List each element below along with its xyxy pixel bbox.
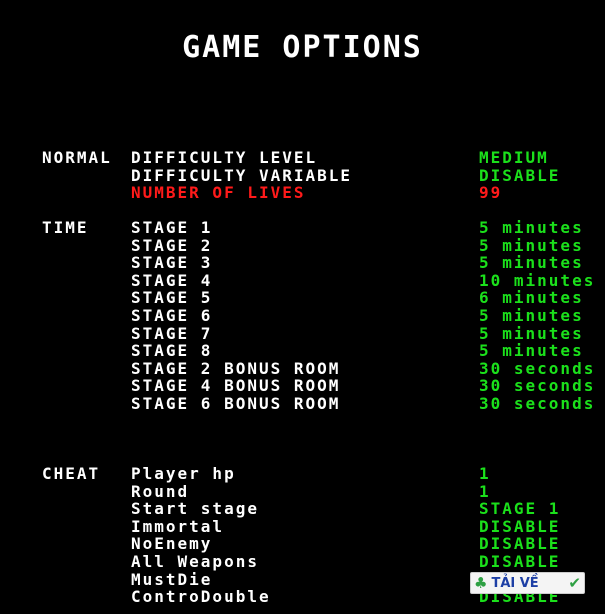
option-value[interactable]: 5 minutes bbox=[479, 325, 584, 342]
watermark-text: TẢI VỀ bbox=[491, 575, 539, 591]
option-label[interactable]: Round bbox=[131, 483, 189, 500]
option-label[interactable]: NoEnemy bbox=[131, 535, 212, 552]
option-label[interactable]: Immortal bbox=[131, 518, 224, 535]
option-value[interactable]: 5 minutes bbox=[479, 342, 584, 359]
clover-icon: ♣ bbox=[474, 574, 488, 592]
option-label[interactable]: ControDouble bbox=[131, 588, 271, 605]
option-value[interactable]: 5 minutes bbox=[479, 307, 584, 324]
option-label[interactable]: STAGE 6 BONUS ROOM bbox=[131, 395, 340, 412]
option-label[interactable]: Start stage bbox=[131, 500, 259, 517]
option-value[interactable]: 5 minutes bbox=[479, 254, 584, 271]
option-label[interactable]: STAGE 5 bbox=[131, 289, 212, 306]
option-label[interactable]: STAGE 4 BONUS ROOM bbox=[131, 377, 340, 394]
option-value[interactable]: MEDIUM bbox=[479, 149, 549, 166]
option-value[interactable]: 30 seconds bbox=[479, 360, 595, 377]
option-value[interactable]: DISABLE bbox=[479, 553, 560, 570]
option-label[interactable]: STAGE 7 bbox=[131, 325, 212, 342]
section-label-time: TIME bbox=[42, 218, 89, 237]
option-value[interactable]: 30 seconds bbox=[479, 377, 595, 394]
checkmark-icon: ✔ bbox=[568, 574, 581, 592]
download-watermark[interactable]: ♣ TẢI VỀ ✔ bbox=[470, 572, 585, 594]
option-value[interactable]: DISABLE bbox=[479, 518, 560, 535]
option-value[interactable]: 5 minutes bbox=[479, 219, 584, 236]
option-value[interactable]: 1 bbox=[479, 465, 491, 482]
option-value[interactable]: STAGE 1 bbox=[479, 500, 560, 517]
option-label[interactable]: DIFFICULTY LEVEL bbox=[131, 149, 317, 166]
option-label[interactable]: STAGE 8 bbox=[131, 342, 212, 359]
option-label[interactable]: All Weapons bbox=[131, 553, 259, 570]
option-value[interactable]: DISABLE bbox=[479, 535, 560, 552]
option-value[interactable]: 1 bbox=[479, 483, 491, 500]
option-label[interactable]: STAGE 1 bbox=[131, 219, 212, 236]
option-value[interactable]: 5 minutes bbox=[479, 237, 584, 254]
option-value[interactable]: 99 bbox=[479, 184, 502, 201]
option-label[interactable]: Player hp bbox=[131, 465, 236, 482]
option-value[interactable]: 30 seconds bbox=[479, 395, 595, 412]
option-label[interactable]: NUMBER OF LIVES bbox=[131, 184, 306, 201]
option-label[interactable]: STAGE 2 BONUS ROOM bbox=[131, 360, 340, 377]
option-label[interactable]: STAGE 3 bbox=[131, 254, 212, 271]
option-label[interactable]: DIFFICULTY VARIABLE bbox=[131, 167, 352, 184]
option-label[interactable]: STAGE 6 bbox=[131, 307, 212, 324]
section-label-cheat: CHEAT bbox=[42, 464, 101, 483]
option-label[interactable]: STAGE 4 bbox=[131, 272, 212, 289]
option-value[interactable]: 10 minutes bbox=[479, 272, 595, 289]
option-label[interactable]: STAGE 2 bbox=[131, 237, 212, 254]
page-title: GAME OPTIONS bbox=[182, 30, 423, 65]
option-label[interactable]: MustDie bbox=[131, 571, 212, 588]
option-value[interactable]: DISABLE bbox=[479, 167, 560, 184]
section-label-normal: NORMAL bbox=[42, 148, 112, 167]
option-value[interactable]: 6 minutes bbox=[479, 289, 584, 306]
